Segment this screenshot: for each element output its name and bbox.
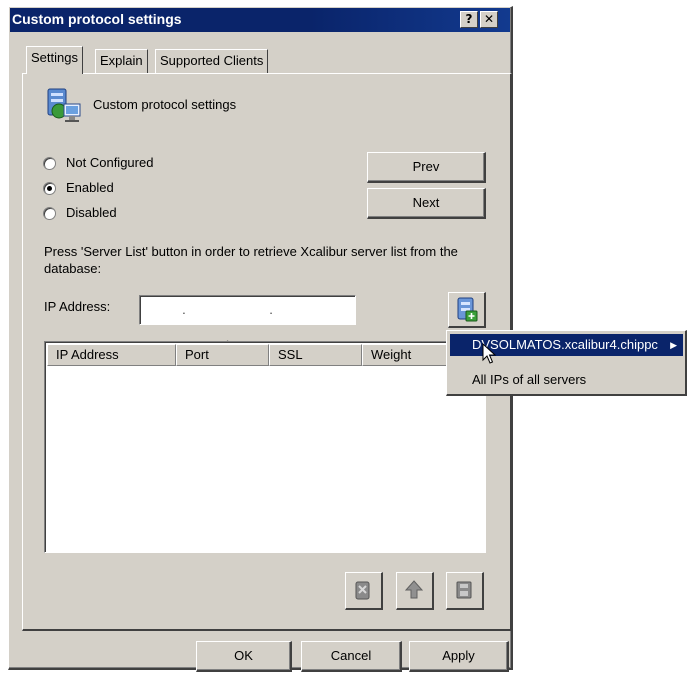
server-list-icon [457,297,478,322]
instruction-line-2: database: [44,261,102,276]
remove-icon [355,581,370,600]
arrow-up-icon [404,580,424,599]
radio-not-configured-label: Not Configured [66,155,154,170]
ok-button[interactable]: OK [196,641,292,672]
radio-disabled-circle[interactable] [43,207,56,220]
server-network-icon [44,86,84,126]
column-header-port[interactable]: Port [176,344,269,366]
ip-address-field[interactable]: . . . [139,295,356,345]
server-list-button[interactable] [448,292,486,328]
radio-enabled-label: Enabled [66,180,114,195]
apply-button[interactable]: Apply [409,641,509,672]
radio-not-configured-circle[interactable] [43,157,56,170]
disk-icon [456,581,472,599]
move-up-button[interactable] [396,572,434,610]
column-header-ssl[interactable]: SSL [269,344,362,366]
tab-settings[interactable]: Settings [26,46,83,74]
prev-button[interactable]: Prev [367,152,486,183]
submenu-arrow-icon: ▶ [670,340,677,350]
cancel-button[interactable]: Cancel [301,641,402,672]
radio-enabled-circle[interactable] [43,182,56,195]
column-header-ip-address[interactable]: IP Address [47,344,176,366]
policy-heading: Custom protocol settings [93,97,237,112]
close-button[interactable]: ✕ [480,11,498,28]
menu-item-server-label: DVSOLMATOS.xcalibur4.chippc [472,337,658,352]
ip-address-label: IP Address: [44,299,111,314]
instruction-line-1: Press 'Server List' button in order to r… [44,244,458,259]
move-down-button[interactable] [446,572,484,610]
close-icon: ✕ [483,12,495,26]
tab-supported-clients[interactable]: Supported Clients [155,49,269,73]
remove-entry-button[interactable] [345,572,383,610]
tab-explain[interactable]: Explain [95,49,148,73]
ip-list-view[interactable]: IP Address Port SSL Weight [44,341,486,553]
window-title: Custom protocol settings [12,11,182,27]
radio-disabled-label: Disabled [66,205,117,220]
mouse-cursor-icon [482,342,497,368]
help-button[interactable]: ? [460,11,478,28]
menu-item-all-ips[interactable]: All IPs of all servers [450,369,683,391]
next-button[interactable]: Next [367,188,486,219]
